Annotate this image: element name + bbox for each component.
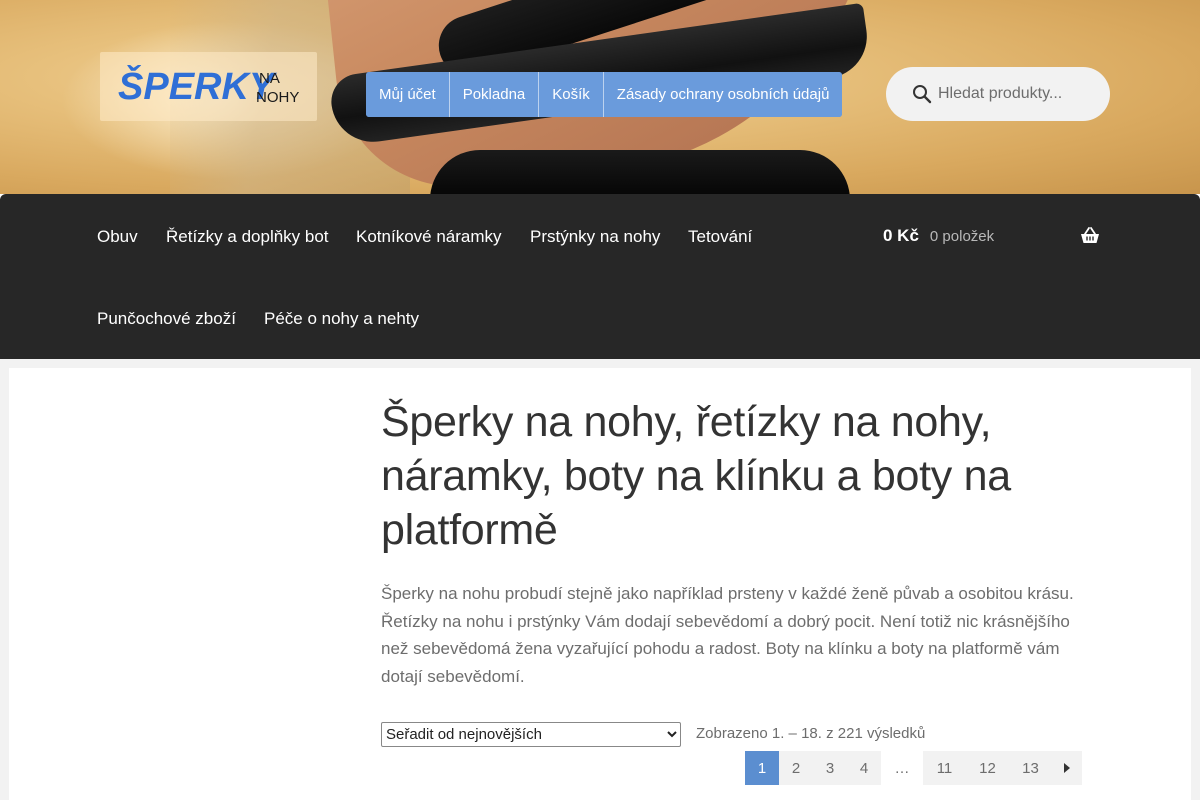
page-2[interactable]: 2 — [779, 751, 813, 785]
next-page-button[interactable] — [1052, 751, 1082, 785]
nav-item-retizky[interactable]: Řetízky a doplňky bot — [166, 227, 329, 247]
nav-item-prstynky[interactable]: Prstýnky na nohy — [530, 227, 660, 247]
topnav-my-account[interactable]: Můj účet — [366, 72, 450, 117]
caret-right-icon — [1064, 763, 1070, 773]
page-11[interactable]: 11 — [923, 751, 966, 785]
page-title: Šperky na nohy, řetízky na nohy, náramky… — [381, 398, 1011, 554]
topnav-privacy-policy[interactable]: Zásady ochrany osobních údajů — [603, 72, 843, 117]
logo-small-bottom: NOHY — [256, 89, 299, 106]
header-cart[interactable]: 0 Kč 0 položek — [883, 226, 1100, 246]
logo-text: ŠPERKY — [118, 63, 278, 108]
page-13[interactable]: 13 — [1009, 751, 1052, 785]
primary-navigation: Obuv Řetízky a doplňky bot Kotníkové nár… — [0, 194, 1200, 359]
logo-small-top: NA — [259, 70, 280, 87]
page-4[interactable]: 4 — [847, 751, 881, 785]
site-logo[interactable]: ŠPERKY NA NOHY — [100, 52, 317, 121]
basket-icon — [1081, 227, 1099, 243]
cart-count: 0 položek — [929, 227, 995, 245]
search-icon[interactable] — [912, 84, 932, 104]
logo-graphic: ŠPERKY NA NOHY — [118, 63, 299, 108]
cart-amount: 0 Kč — [883, 226, 919, 245]
nav-item-pece-o-nohy[interactable]: Péče o nohy a nehty — [264, 309, 419, 329]
search-input[interactable] — [936, 84, 1100, 104]
page-1[interactable]: 1 — [745, 751, 779, 785]
secondary-navigation: Můj účet Pokladna Košík Zásady ochrany o… — [366, 72, 843, 117]
category-description: Šperky na nohu probudí stejně jako napří… — [381, 584, 1074, 687]
page-3[interactable]: 3 — [813, 751, 847, 785]
banner-sole — [430, 150, 850, 194]
topnav-cart[interactable]: Košík — [539, 72, 604, 117]
result-count: Zobrazeno 1. – 18. z 221 výsledků — [696, 725, 926, 742]
page-12[interactable]: 12 — [966, 751, 1009, 785]
nav-item-tetovani[interactable]: Tetování — [688, 227, 752, 247]
nav-item-obuv[interactable]: Obuv — [97, 227, 138, 247]
topnav-checkout[interactable]: Pokladna — [449, 72, 540, 117]
pagination: 1 2 3 4 … 11 12 13 — [745, 751, 1082, 785]
sort-select[interactable]: Seřadit od nejnovějších — [381, 722, 681, 747]
nav-item-puncochove-zbozi[interactable]: Punčochové zboží — [97, 309, 236, 329]
nav-item-kotnikove-naramky[interactable]: Kotníkové náramky — [356, 227, 502, 247]
product-search — [886, 67, 1110, 121]
page-ellipsis: … — [894, 759, 910, 777]
